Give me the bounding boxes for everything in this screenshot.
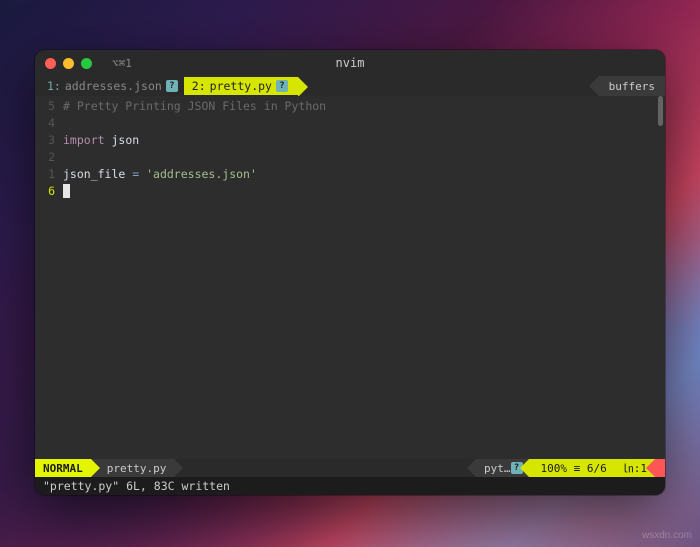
- line-number: 5: [35, 98, 55, 115]
- filename-segment: pretty.py: [91, 459, 175, 477]
- current-line-number: 6: [35, 183, 55, 200]
- code-keyword: import: [63, 133, 105, 147]
- filetype-text: pyt…: [484, 462, 511, 475]
- status-spacer: [174, 459, 476, 477]
- line-count: 6/6: [587, 462, 607, 475]
- command-line[interactable]: "pretty.py" 6L, 83C written: [35, 477, 665, 495]
- mode-segment: NORMAL: [35, 459, 91, 477]
- tab-hotkey: ⌥⌘1: [112, 57, 132, 70]
- line-number-gutter: 5 4 3 2 1 6: [35, 96, 63, 459]
- buffer-name: pretty.py: [210, 79, 272, 93]
- traffic-lights: [45, 58, 92, 69]
- editor-area[interactable]: 5 4 3 2 1 6 # Pretty Printing JSON Files…: [35, 96, 665, 459]
- status-end-cap-icon: [655, 459, 665, 477]
- cursor-block-icon: [63, 184, 70, 198]
- percent-text: 100%: [541, 462, 568, 475]
- buffer-tab-addresses[interactable]: 1: addresses.json ?: [39, 77, 184, 95]
- line-number: 1: [35, 166, 55, 183]
- titlebar: ⌥⌘1 nvim: [35, 50, 665, 76]
- terminal-window: ⌥⌘1 nvim 1: addresses.json ? 2: pretty.p…: [35, 50, 665, 495]
- watermark: wsxdn.com: [642, 530, 692, 541]
- separator-icon: ≡: [574, 462, 581, 475]
- minimize-button[interactable]: [63, 58, 74, 69]
- scrollbar[interactable]: [658, 96, 663, 126]
- code-comment: # Pretty Printing JSON Files in Python: [63, 99, 326, 113]
- zoom-button[interactable]: [81, 58, 92, 69]
- code-string: 'addresses.json': [139, 167, 257, 181]
- modified-badge-icon: ?: [276, 80, 288, 92]
- line-number: 4: [35, 115, 55, 132]
- buffer-tab-pretty[interactable]: 2: pretty.py ?: [184, 77, 298, 95]
- close-button[interactable]: [45, 58, 56, 69]
- bufferline: 1: addresses.json ? 2: pretty.py ? buffe…: [35, 76, 665, 96]
- column-icon: ㏑:: [623, 460, 641, 476]
- statusline: NORMAL pretty.py pyt… ? 100% ≡ 6/6 ㏑:1: [35, 459, 665, 477]
- code-content[interactable]: # Pretty Printing JSON Files in Python i…: [63, 96, 665, 459]
- code-module: json: [105, 133, 140, 147]
- buffer-index: 1:: [47, 79, 61, 93]
- buffer-name: addresses.json: [65, 79, 162, 93]
- line-number: 3: [35, 132, 55, 149]
- line-number: 2: [35, 149, 55, 166]
- buffer-index: 2:: [192, 79, 206, 93]
- modified-badge-icon: ?: [166, 80, 178, 92]
- bufferline-mode-label: buffers: [599, 76, 665, 96]
- percent-segment: 100% ≡ 6/6: [529, 459, 615, 477]
- code-variable: json_file: [63, 167, 132, 181]
